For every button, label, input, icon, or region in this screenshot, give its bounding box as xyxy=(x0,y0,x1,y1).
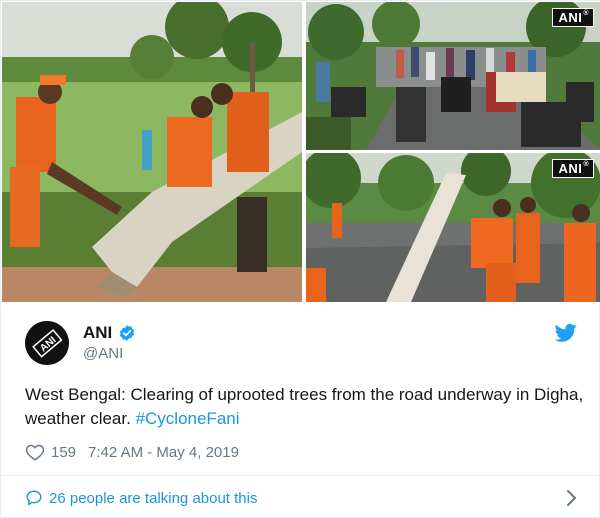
like-count[interactable]: 159 xyxy=(51,444,76,461)
hashtag-link[interactable]: #CycloneFani xyxy=(136,409,240,428)
photo-crowd-on-road[interactable]: ANI® xyxy=(306,2,600,150)
tweet-body: West Bengal: Clearing of uprooted trees … xyxy=(25,385,584,428)
tweet-card[interactable]: ANI® ANI® ANI ANI @ANI West Bengal: Clea… xyxy=(0,0,600,518)
timestamp[interactable]: 7:42 AM - May 4, 2019 xyxy=(88,444,239,461)
conversation-label[interactable]: 26 people are talking about this xyxy=(49,490,257,507)
heart-icon[interactable] xyxy=(25,443,45,461)
tweet-media-grid: ANI® ANI® xyxy=(1,1,600,303)
chevron-right-icon[interactable] xyxy=(565,488,579,508)
avatar[interactable]: ANI xyxy=(25,321,69,365)
tweet-text: West Bengal: Clearing of uprooted trees … xyxy=(25,383,585,431)
verified-badge-icon xyxy=(120,325,135,341)
tweet-header: ANI ANI @ANI xyxy=(25,319,577,369)
tweet-meta: 159 7:42 AM - May 4, 2019 xyxy=(25,441,239,463)
photo-team-lifting-trunk[interactable]: ANI® xyxy=(306,153,600,302)
author-name-row[interactable]: ANI xyxy=(83,323,136,343)
speech-bubble-icon xyxy=(26,490,42,506)
ani-watermark: ANI® xyxy=(552,159,594,178)
ani-watermark: ANI® xyxy=(552,8,594,27)
author-handle[interactable]: @ANI xyxy=(83,345,123,362)
conversation-link[interactable]: 26 people are talking about this xyxy=(25,485,581,511)
divider xyxy=(1,475,600,476)
ani-logo-icon: ANI xyxy=(25,321,69,365)
author-name[interactable]: ANI xyxy=(83,323,112,343)
twitter-bird-icon[interactable] xyxy=(555,323,577,343)
photo-team-clearing-tree[interactable] xyxy=(2,2,302,302)
